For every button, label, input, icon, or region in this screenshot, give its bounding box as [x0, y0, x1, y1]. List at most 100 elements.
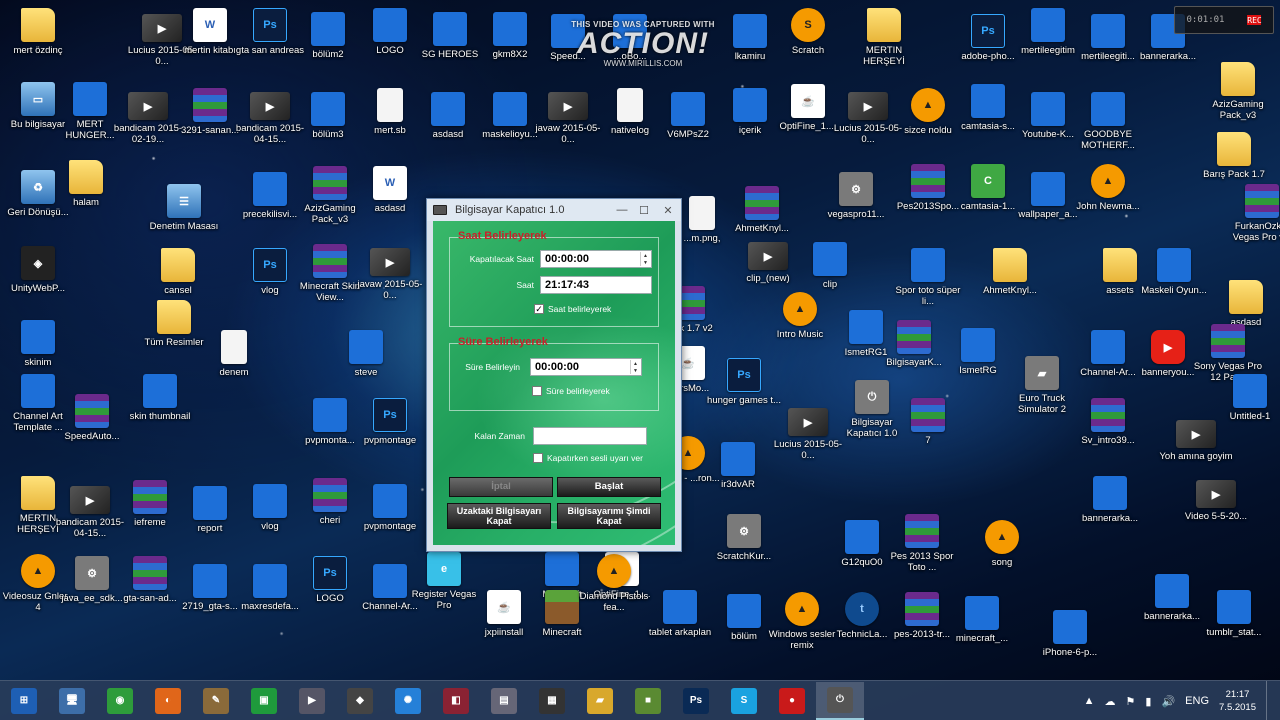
- tray-icon[interactable]: ENG: [1185, 695, 1209, 708]
- taskbar-file-explorer-app[interactable]: ▰: [576, 682, 624, 720]
- desktop-icon[interactable]: FurkanOzk... Vegas Pro v...: [1224, 184, 1280, 243]
- taskbar-skype-app[interactable]: S: [720, 682, 768, 720]
- desktop-icon[interactable]: clip: [792, 242, 868, 290]
- desktop-icon[interactable]: AzizGaming Pack_v3: [1200, 62, 1276, 121]
- taskbar-minecraft-app[interactable]: ■: [624, 682, 672, 720]
- desktop-icon[interactable]: GOODBYE MOTHERF...: [1070, 92, 1146, 151]
- window-titlebar[interactable]: Bilgisayar Kapatıcı 1.0 — ☐ ✕: [427, 199, 681, 221]
- desktop-icon[interactable]: skinim: [0, 320, 76, 368]
- desktop-icon[interactable]: ⚙ ScratchKur...: [706, 514, 782, 562]
- sound-checkbox[interactable]: [533, 453, 543, 463]
- desktop-icon[interactable]: SpeedAuto...: [54, 394, 130, 442]
- desktop-icon[interactable]: ⚙ vegaspro11...: [818, 172, 894, 220]
- taskbar-video-editor-app[interactable]: ◧: [432, 682, 480, 720]
- taskbar-store-app[interactable]: ▣: [240, 682, 288, 720]
- desktop-icon[interactable]: halam: [48, 160, 124, 208]
- close-button[interactable]: ✕: [655, 201, 681, 219]
- taskbar-terminal-app[interactable]: ▦: [528, 682, 576, 720]
- desktop-icon[interactable]: Untitled-1: [1212, 374, 1280, 422]
- video-icon: ▶: [848, 92, 888, 120]
- remote-shutdown-button[interactable]: Uzaktaki Bilgisayarı Kapat: [447, 503, 551, 529]
- duration-spinner[interactable]: ▲ ▼: [630, 360, 640, 374]
- desktop-icon[interactable]: ▶ Video 5-5-20...: [1178, 480, 1254, 522]
- image-icon: [971, 84, 1005, 118]
- taskbar-photoshop-app[interactable]: Ps: [672, 682, 720, 720]
- time-checkbox[interactable]: ✓: [534, 304, 544, 314]
- cancel-button[interactable]: İptal: [449, 477, 553, 497]
- desktop-icon[interactable]: cansel: [140, 248, 216, 296]
- tray-icon[interactable]: ▲: [1084, 695, 1095, 708]
- desktop-icon[interactable]: ☰ Denetim Masası: [146, 184, 222, 232]
- desktop-icon-label: AhmetKnyl...: [735, 223, 789, 234]
- desktop-icon[interactable]: ▶ javaw 2015-05-0...: [352, 248, 428, 301]
- duration-checkbox[interactable]: [532, 386, 542, 396]
- desktop-icon[interactable]: Maskeli Oyun...: [1136, 248, 1212, 296]
- desktop-icon[interactable]: asdasd: [1208, 280, 1280, 328]
- desktop-icon[interactable]: mert özdinç: [0, 8, 76, 56]
- tray-icon[interactable]: 🔊: [1161, 695, 1175, 708]
- desktop-icon[interactable]: ▶ Yoh amına goyim: [1158, 420, 1234, 462]
- desktop-icon[interactable]: tumblr_stat...: [1196, 590, 1272, 638]
- desktop-icon[interactable]: iPhone-6-p...: [1032, 610, 1108, 658]
- shutdown-time-spinner[interactable]: ▲ ▼: [640, 252, 650, 266]
- duration-input[interactable]: 00:00:00 ▲ ▼: [530, 358, 642, 376]
- time-checkbox-row[interactable]: ✓ Saat belirleyerek: [534, 304, 611, 314]
- desktop-icon[interactable]: steve: [328, 330, 404, 378]
- tray-icon[interactable]: ▮: [1145, 695, 1151, 708]
- taskbar-explorer-app[interactable]: 🖥: [48, 682, 96, 720]
- desktop-icon[interactable]: Spor toto süper li...: [890, 248, 966, 307]
- desktop-icon[interactable]: Wasdasd: [352, 166, 428, 214]
- taskbar-movie-app[interactable]: ◆: [336, 682, 384, 720]
- desktop-icon[interactable]: Pes 2013 Spor Toto ...: [884, 514, 960, 573]
- tray-icon[interactable]: ☁: [1105, 695, 1116, 708]
- tray-icon[interactable]: ⚑: [1126, 695, 1136, 708]
- desktop-icon-label: bölüm3: [312, 129, 344, 140]
- desktop-icon[interactable]: ▲ John Newma...: [1070, 164, 1146, 212]
- shutdown-now-button[interactable]: Bilgisayarımı Şimdi Kapat: [557, 503, 661, 529]
- show-desktop-button[interactable]: [1266, 681, 1272, 720]
- image-icon: [431, 92, 465, 126]
- remaining-field: [533, 427, 647, 445]
- desktop-icon[interactable]: 7: [890, 398, 966, 446]
- taskbar-drive-app[interactable]: ▤: [480, 682, 528, 720]
- start-button[interactable]: Başlat: [557, 477, 661, 497]
- desktop-icon[interactable]: skin thumbnail: [122, 374, 198, 422]
- desktop-icon-label: Barış Pack 1.7: [1203, 169, 1265, 180]
- desktop-icon[interactable]: ▰ Euro Truck Simulator 2: [1004, 356, 1080, 415]
- desktop-icon[interactable]: Ps pvpmontage: [352, 398, 428, 446]
- desktop-icon[interactable]: Barış Pack 1.7: [1196, 132, 1272, 180]
- desktop-icon[interactable]: denem: [196, 330, 272, 378]
- taskbar-action-recorder-app[interactable]: ●: [768, 682, 816, 720]
- desktop-icon[interactable]: AhmetKnyl...: [972, 248, 1048, 296]
- image-icon: [1091, 330, 1125, 364]
- taskbar-firefox-app[interactable]: ◐: [144, 682, 192, 720]
- shutdown-time-input[interactable]: 00:00:00 ▲ ▼: [540, 250, 652, 268]
- taskbar-clock[interactable]: 21:17 7.5.2015: [1219, 688, 1256, 714]
- desktop-icon-label: ...m.png,: [683, 233, 721, 244]
- desktop-icon[interactable]: ▲ Diamond Pistols fea...: [576, 554, 652, 613]
- minimize-button[interactable]: —: [611, 201, 633, 219]
- desktop-icon[interactable]: minecraft_...: [944, 596, 1020, 644]
- desktop-icon[interactable]: pvpmontage: [352, 484, 428, 532]
- taskbar-start-button[interactable]: ⊞: [0, 682, 48, 720]
- taskbar-shutdown-app[interactable]: ⏻: [816, 681, 864, 720]
- system-tray: ▲ ☁ ⚑ ▮ 🔊 ENG 21:17 7.5.2015: [1084, 681, 1272, 720]
- taskbar-weather-app[interactable]: ✺: [384, 682, 432, 720]
- sound-checkbox-row[interactable]: Kapatırken sesli uyarı ver: [533, 453, 643, 463]
- desktop-icon[interactable]: ◈ UnityWebP...: [0, 246, 76, 294]
- image-icon: [433, 12, 467, 46]
- taskbar-chrome-app[interactable]: ◉: [96, 682, 144, 720]
- desktop-icon[interactable]: MERTIN HERŞEYİ: [846, 8, 922, 67]
- taskbar-game-app[interactable]: ▶: [288, 682, 336, 720]
- desktop-icon[interactable]: ▲ song: [964, 520, 1040, 568]
- desktop-icon[interactable]: ▲ Intro Music: [762, 292, 838, 340]
- desktop-icon[interactable]: S Scratch: [770, 8, 846, 56]
- taskbar-paint-app[interactable]: ✎: [192, 682, 240, 720]
- installer-icon: ⚙: [727, 514, 761, 548]
- duration-checkbox-row[interactable]: Süre belirleyerek: [532, 386, 610, 396]
- desktop-icon[interactable]: Sv_intro39...: [1070, 398, 1146, 446]
- maximize-button[interactable]: ☐: [633, 201, 655, 219]
- desktop-icon[interactable]: bannerarka...: [1072, 476, 1148, 524]
- desktop-icon-label: Intro Music: [776, 329, 824, 340]
- image-icon: [193, 564, 227, 598]
